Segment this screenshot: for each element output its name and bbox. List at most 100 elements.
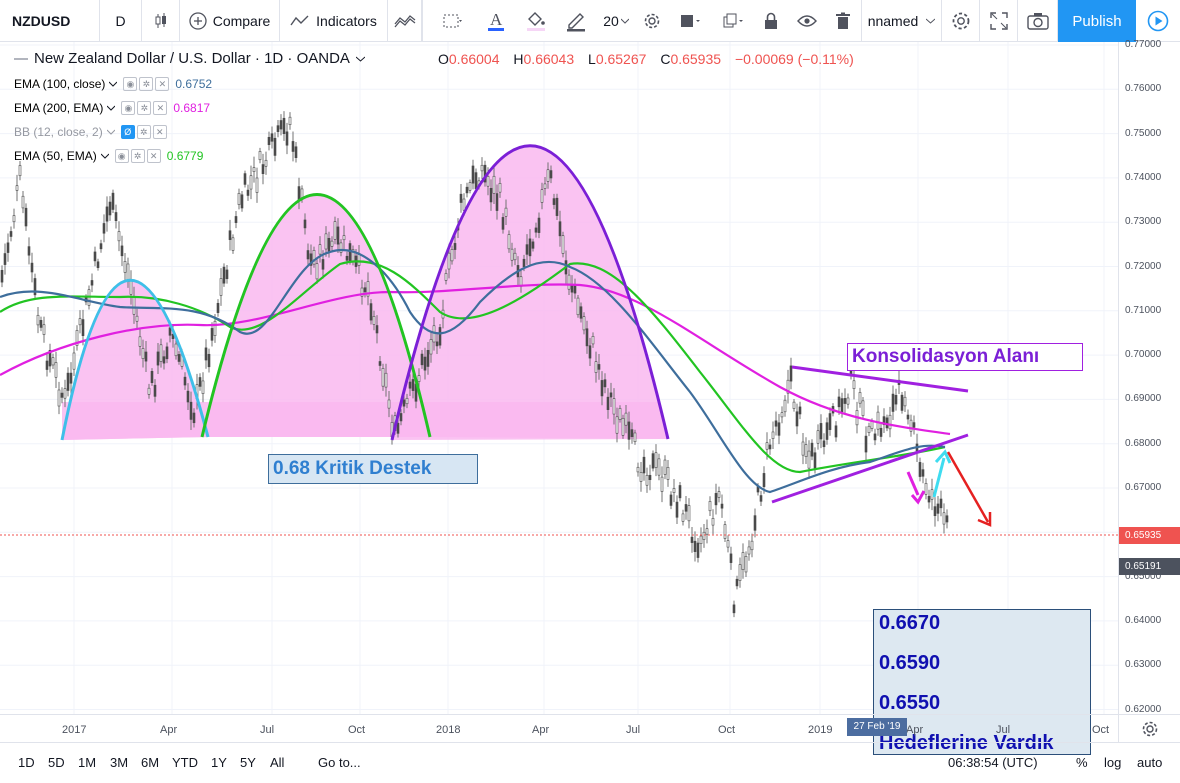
close-icon[interactable]: ✕	[155, 77, 170, 91]
symbol-search[interactable]: NZDUSD	[0, 0, 100, 42]
candle-body	[693, 540, 697, 552]
candle-body	[732, 604, 736, 614]
clone-button[interactable]	[713, 0, 753, 42]
time-axis[interactable]: 2017 Apr Jul Oct 2018 Apr Jul Oct 2019 Apr Jul Oct …	[0, 714, 1118, 742]
range-button-1y[interactable]: 1Y	[211, 755, 227, 770]
candle-body	[507, 234, 511, 250]
log-toggle[interactable]: log	[1104, 755, 1121, 770]
price-axis[interactable]: 0.77000 0.76000 0.75000 0.74000 0.73000 0.720…	[1118, 39, 1180, 715]
range-button-5d[interactable]: 5D	[48, 755, 65, 770]
compare-button[interactable]: Compare	[180, 0, 280, 42]
candle-body	[633, 432, 637, 443]
candle-body	[744, 556, 748, 573]
candle-body	[258, 151, 262, 161]
candle-body	[654, 452, 658, 468]
text-color-button[interactable]: A	[477, 0, 515, 42]
candle-body	[780, 412, 784, 418]
goto-button[interactable]: Go to...	[318, 755, 361, 770]
indicators-button[interactable]: Indicators	[280, 0, 388, 42]
range-button-5y[interactable]: 5Y	[240, 755, 256, 770]
candle-body	[618, 408, 622, 420]
candle-body	[903, 396, 907, 407]
candle-body	[426, 349, 430, 367]
candle-body	[267, 136, 271, 146]
time-axis-label: Jul	[996, 724, 1011, 736]
interval-button[interactable]: D	[100, 0, 142, 42]
delete-button[interactable]	[827, 0, 859, 42]
candle-body	[246, 189, 250, 196]
consolidation-label[interactable]: Konsolidasyon Alanı	[847, 343, 1083, 371]
target-3: 0.6550	[879, 692, 941, 714]
templates-button[interactable]	[388, 0, 422, 42]
candle-body	[708, 501, 712, 512]
candle-body	[753, 515, 757, 531]
auto-toggle[interactable]: auto	[1137, 755, 1162, 770]
indicator-bb[interactable]: BB (12, close, 2) Ø ✲ ✕	[14, 125, 173, 139]
candle-body	[771, 431, 775, 439]
font-size-select[interactable]: 20	[597, 0, 635, 42]
close-icon[interactable]: ✕	[146, 149, 161, 163]
candle-body	[762, 473, 766, 487]
candle-body	[696, 542, 700, 558]
indicator-ema-50[interactable]: EMA (50, EMA) ◉ ✲ ✕ 0.6779	[14, 149, 203, 163]
fill-color-button[interactable]	[517, 0, 555, 42]
axis-settings-button[interactable]	[1118, 714, 1180, 742]
line-color-button[interactable]	[557, 0, 595, 42]
candle-body	[153, 384, 157, 397]
range-button-1m[interactable]: 1M	[78, 755, 96, 770]
candle-body	[495, 193, 499, 211]
replay-button[interactable]	[1136, 0, 1180, 42]
price-axis-label: 0.62000	[1125, 703, 1162, 715]
candle-body	[117, 231, 121, 242]
cyan-arrow	[932, 449, 952, 498]
candle-body	[9, 231, 13, 237]
candle-body	[570, 284, 574, 293]
candle-body	[906, 414, 910, 420]
range-button-3m[interactable]: 3M	[110, 755, 128, 770]
fullscreen-button[interactable]	[980, 0, 1018, 42]
support-label[interactable]: 0.68 Kritik Destek	[268, 454, 478, 484]
candle-body	[864, 435, 868, 453]
candle-body	[15, 185, 19, 191]
gear-icon[interactable]: ✲	[137, 101, 152, 115]
candle-body	[60, 392, 64, 398]
chart-pane[interactable]: Konsolidasyon Alanı 0.68 Kritik Destek 0…	[0, 42, 1118, 755]
candle-body	[123, 261, 127, 273]
visibility-button[interactable]	[791, 0, 823, 42]
gear-icon[interactable]: ✲	[139, 77, 154, 91]
chart-settings-button[interactable]	[942, 0, 980, 42]
range-button-ytd[interactable]: YTD	[172, 755, 198, 770]
percent-toggle[interactable]: %	[1076, 755, 1088, 770]
settings-button[interactable]	[637, 0, 667, 42]
candle-body	[918, 462, 922, 477]
close-icon[interactable]: ✕	[153, 101, 168, 115]
eye-icon[interactable]: ◉	[123, 77, 138, 91]
symbol-legend[interactable]: New Zealand Dollar / U.S. Dollar · 1D · …	[14, 50, 365, 67]
eye-icon[interactable]: ◉	[114, 149, 129, 163]
clock[interactable]: 06:38:54 (UTC)	[948, 755, 1038, 770]
layout-name-button[interactable]: nnamed	[862, 0, 942, 42]
indicator-ema-200[interactable]: EMA (200, EMA) ◉ ✲ ✕ 0.6817	[14, 101, 210, 115]
time-axis-label: 2018	[436, 724, 461, 736]
range-button-all[interactable]: All	[270, 755, 284, 770]
eye-icon[interactable]: ◉	[121, 101, 136, 115]
candle-body	[528, 238, 532, 257]
visual-order-button[interactable]	[671, 0, 711, 42]
candle-body	[660, 476, 664, 492]
plus-circle-icon	[189, 12, 207, 30]
close-icon[interactable]: ✕	[152, 125, 167, 139]
open-label: O	[438, 51, 449, 67]
snapshot-button[interactable]	[1018, 0, 1058, 42]
lock-button[interactable]	[755, 0, 787, 42]
hidden-eye-icon[interactable]: Ø	[120, 125, 135, 139]
indicator-ema-100[interactable]: EMA (100, close) ◉ ✲ ✕ 0.6752	[14, 77, 212, 91]
range-button-1d[interactable]: 1D	[18, 755, 35, 770]
gear-icon[interactable]: ✲	[130, 149, 145, 163]
line-style-button[interactable]	[433, 0, 473, 42]
publish-button[interactable]: Publish	[1058, 0, 1136, 42]
range-button-6m[interactable]: 6M	[141, 755, 159, 770]
gear-icon[interactable]: ✲	[136, 125, 151, 139]
chart-style-button[interactable]	[142, 0, 180, 42]
candle-body	[792, 401, 796, 409]
change-value: −0.00069 (−0.11%)	[734, 51, 854, 67]
